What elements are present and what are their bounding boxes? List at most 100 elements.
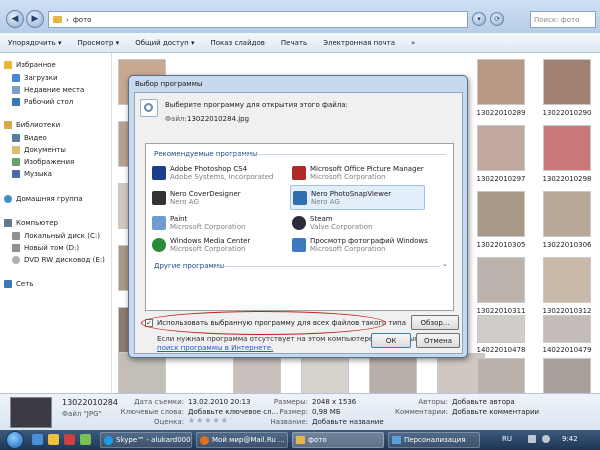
sidebar-label: Недавние места: [24, 85, 85, 94]
details-comments[interactable]: Добавьте комментарии: [452, 408, 539, 416]
photo-thumbnail[interactable]: [477, 315, 525, 343]
details-title-label: Название:: [270, 418, 308, 426]
app-icon[interactable]: [80, 434, 91, 445]
music-icon: [12, 169, 20, 178]
explorer-icon[interactable]: [48, 434, 59, 445]
sidebar-item-video[interactable]: Видео: [12, 132, 47, 143]
ie-icon[interactable]: [32, 434, 43, 445]
organize-button[interactable]: Упорядочить ▾: [8, 39, 62, 47]
start-button-icon[interactable]: [6, 431, 24, 449]
photo-thumbnail[interactable]: [369, 353, 417, 393]
email-button[interactable]: Электронная почта: [323, 39, 395, 47]
photo-thumbnail[interactable]: [477, 358, 525, 393]
drive-icon: [12, 243, 20, 252]
details-file-name: 13022010284: [62, 398, 118, 407]
taskbar-photo-folder[interactable]: фото: [292, 432, 384, 448]
recommended-divider: [226, 154, 446, 155]
browse-button[interactable]: Обзор...: [411, 315, 459, 330]
program-nero-coverdesigner[interactable]: Nero CoverDesigner Nero AG: [152, 187, 241, 209]
photo-thumbnail[interactable]: [301, 353, 349, 393]
selected-photo-preview: [10, 397, 52, 428]
photo-thumbnail[interactable]: [477, 59, 525, 105]
print-button[interactable]: Печать: [281, 39, 307, 47]
expand-chevron-icon[interactable]: ⌄: [442, 260, 448, 268]
details-authors[interactable]: Добавьте автора: [452, 398, 515, 406]
sidebar-item-desktop[interactable]: Рабочий стол: [12, 96, 73, 107]
clock[interactable]: 9:42: [562, 435, 578, 443]
media-player-icon[interactable]: [64, 434, 75, 445]
sidebar-computer[interactable]: Компьютер: [4, 217, 58, 228]
program-corp: Microsoft Corporation: [310, 173, 386, 181]
sidebar-item-pictures[interactable]: Изображения: [12, 156, 74, 167]
photo-thumbnail[interactable]: [477, 191, 525, 237]
back-button[interactable]: ◀: [6, 10, 24, 28]
refresh-icon[interactable]: ⟳: [490, 12, 504, 26]
search-internet-link[interactable]: поиск программы в Интернете.: [157, 344, 273, 352]
sidebar-label: Музыка: [24, 169, 52, 178]
photo-thumbnail[interactable]: [543, 191, 591, 237]
program-nero-photosnapviewer[interactable]: Nero PhotoSnapViewer Nero AG: [290, 185, 425, 210]
details-title[interactable]: Добавьте название: [312, 418, 384, 426]
sidebar-item-drive-d[interactable]: Новый том (D:): [12, 242, 79, 253]
photo-thumbnail[interactable]: [543, 257, 591, 303]
rating-stars-icon[interactable]: ★★★★★: [188, 416, 229, 425]
sidebar-item-documents[interactable]: Документы: [12, 144, 66, 155]
file-name: 13022010284.jpg: [187, 115, 250, 123]
photo-thumbnail[interactable]: [543, 59, 591, 105]
forward-button[interactable]: ▶: [26, 10, 44, 28]
sidebar-label: Видео: [24, 133, 47, 142]
more-button[interactable]: »: [411, 39, 415, 47]
homegroup-icon: [4, 194, 12, 203]
program-picture-manager[interactable]: Microsoft Office Picture Manager Microsof…: [292, 162, 424, 184]
sidebar-item-drive-c[interactable]: Локальный диск (C:): [12, 230, 100, 241]
tray-icon[interactable]: [528, 435, 536, 443]
volume-icon[interactable]: [542, 435, 550, 443]
program-steam[interactable]: Steam Valve Corporation: [292, 212, 373, 234]
sidebar-libraries[interactable]: Библиотеки: [4, 119, 60, 130]
sidebar-network[interactable]: Сеть: [4, 278, 33, 289]
program-photo-viewer[interactable]: Просмотр фотографий Windows Microsoft Cor…: [292, 234, 428, 256]
program-list: Рекомендуемые программы Adobe Photoshop …: [145, 143, 454, 311]
sidebar-item-downloads[interactable]: Загрузки: [12, 72, 58, 83]
address-dropdown-icon[interactable]: ▾: [472, 12, 486, 26]
photo-thumbnail[interactable]: [118, 353, 166, 393]
sidebar-label: Документы: [24, 145, 66, 154]
sidebar-favorites[interactable]: Избранное: [4, 59, 56, 70]
preview-button[interactable]: Просмотр ▾: [78, 39, 120, 47]
program-paint[interactable]: Paint Microsoft Corporation: [152, 212, 245, 234]
search-input[interactable]: Поиск: фото: [530, 11, 596, 28]
sidebar-item-recent[interactable]: Недавние места: [12, 84, 84, 95]
skype-icon: [104, 435, 113, 445]
sidebar-item-dvd[interactable]: DVD RW дисковод (E:): [12, 254, 105, 265]
photo-thumbnail[interactable]: [477, 257, 525, 303]
language-indicator[interactable]: RU: [502, 435, 512, 443]
details-date[interactable]: 13.02.2010 20:13: [188, 398, 250, 406]
program-name: Paint: [170, 215, 188, 223]
photo-thumbnail[interactable]: [543, 358, 591, 393]
ok-button[interactable]: ОК: [371, 333, 411, 348]
sidebar-item-music[interactable]: Музыка: [12, 168, 52, 179]
taskbar-browser[interactable]: Мой мир@Mail.Ru ...: [196, 432, 288, 448]
taskbar-skype[interactable]: Skype™ - alukard000: [100, 432, 192, 448]
photo-thumbnail[interactable]: [543, 125, 591, 171]
other-programs-header[interactable]: Другие программы: [154, 262, 225, 270]
thumbnail-label: 13022010305: [476, 241, 526, 249]
program-photoshop[interactable]: Adobe Photoshop CS4 Adobe Systems, Incorp…: [152, 162, 273, 184]
open-with-dialog: Выбор программы Выберите программу для о…: [128, 75, 468, 358]
video-icon: [12, 133, 20, 142]
slideshow-button[interactable]: Показ слайдов: [210, 39, 264, 47]
photo-thumbnail[interactable]: [233, 353, 281, 393]
taskbar-label: фото: [308, 436, 327, 444]
details-rating-label: Оценка:: [153, 418, 184, 426]
steam-icon: [292, 216, 306, 230]
taskbar-personalization[interactable]: Персонализация: [388, 432, 480, 448]
address-input[interactable]: › фото: [48, 11, 468, 28]
cancel-button[interactable]: Отмена: [416, 333, 460, 348]
share-button[interactable]: Общий доступ ▾: [135, 39, 194, 47]
sidebar-homegroup[interactable]: Домашняя группа: [4, 193, 83, 204]
program-corp: Nero AG: [170, 198, 199, 206]
program-media-center[interactable]: Windows Media Center Microsoft Corporatio…: [152, 234, 250, 256]
nero-photosnap-icon: [293, 190, 307, 205]
photo-thumbnail[interactable]: [543, 315, 591, 343]
photo-thumbnail[interactable]: [477, 125, 525, 171]
